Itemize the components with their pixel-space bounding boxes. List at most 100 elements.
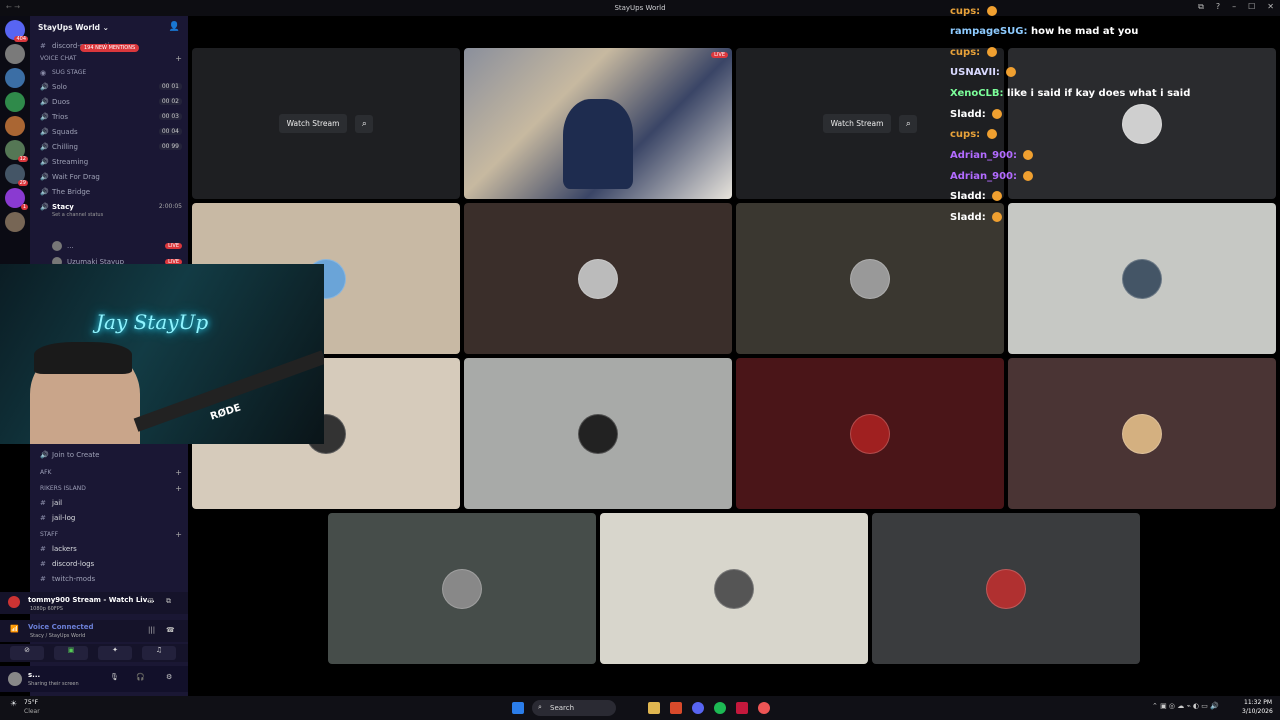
- zoom-icon[interactable]: ⌕: [899, 114, 918, 133]
- channel-twitch-mods[interactable]: # twitch-mods: [30, 571, 188, 586]
- channel-label: Stacy: [52, 202, 74, 211]
- participant-tile[interactable]: [600, 513, 868, 664]
- participant-tile[interactable]: [328, 513, 596, 664]
- spotify-icon[interactable]: [714, 702, 726, 714]
- stream-panel[interactable]: tommy900 Stream - Watch Liv... 1080p 60F…: [0, 592, 188, 614]
- voice-channel[interactable]: 🔊 Wait For Drag: [30, 169, 188, 184]
- chat-message: XenoCLB: like i said if kay does what i …: [950, 88, 1190, 99]
- channel-discord-logs[interactable]: # discord-logs: [30, 556, 188, 571]
- category-afk[interactable]: AFK +: [30, 465, 188, 480]
- server-icon[interactable]: [5, 44, 25, 64]
- server-icon[interactable]: [5, 68, 25, 88]
- noise-suppression-icon[interactable]: |||: [148, 626, 155, 634]
- voice-channel[interactable]: 🔊 The Bridge: [30, 184, 188, 199]
- chat-message: cups:: [950, 47, 997, 58]
- mic-brand: RØDE: [209, 402, 243, 423]
- search-box[interactable]: ⌕ Search: [532, 700, 616, 716]
- voice-channel[interactable]: 🔊 Chilling 00 99: [30, 139, 188, 154]
- help-icon[interactable]: ?: [1216, 2, 1220, 12]
- voice-channel[interactable]: 🔊 Duos 00 02: [30, 94, 188, 109]
- participant-tile[interactable]: [1008, 48, 1276, 199]
- brave-icon[interactable]: [670, 702, 682, 714]
- streamer-avatar: [8, 596, 20, 608]
- channel-label: Trios: [52, 112, 68, 121]
- stage-label: SUG STAGE: [52, 69, 87, 76]
- tray-icons[interactable]: ⌃ ▣ ◎ ☁ ⌁ ◐ ▭ 🔊: [1152, 702, 1219, 710]
- participant-tile[interactable]: [1008, 203, 1276, 354]
- category-rikers[interactable]: Rikers Island +: [30, 481, 188, 496]
- voice-channel[interactable]: 🔊 Trios 00 03: [30, 109, 188, 124]
- live-stream-tile[interactable]: LIVE: [464, 48, 732, 199]
- file-explorer-icon[interactable]: [648, 702, 660, 714]
- watch-stream-button[interactable]: Watch Stream: [822, 114, 892, 133]
- channel-status-hint[interactable]: Set a channel status: [52, 212, 103, 218]
- participant-tile[interactable]: [872, 513, 1140, 664]
- weather-icon[interactable]: ☀: [10, 699, 17, 708]
- speaker-icon: 🔊: [40, 187, 49, 196]
- user-limit: 00 03: [158, 113, 182, 120]
- voice-channel[interactable]: 🔊 Streaming: [30, 154, 188, 169]
- watch-stream-button[interactable]: Watch Stream: [278, 114, 348, 133]
- join-to-create[interactable]: 🔊 Join to Create: [30, 447, 188, 462]
- server-icon[interactable]: 404: [5, 20, 28, 42]
- obs-icon[interactable]: [758, 702, 770, 714]
- maximize-button[interactable]: ☐: [1248, 2, 1255, 12]
- close-button[interactable]: ✕: [1267, 2, 1274, 12]
- add-channel-icon[interactable]: +: [175, 468, 182, 477]
- category-voice-chat[interactable]: VOICE CHAT +: [30, 51, 188, 66]
- clock-date[interactable]: 3/10/2026: [1242, 708, 1273, 715]
- clock-time[interactable]: 11:32 PM: [1244, 699, 1272, 706]
- watch-controls: Watch Stream ⌕: [278, 114, 374, 133]
- participant-tile[interactable]: [464, 203, 732, 354]
- avatar[interactable]: [8, 672, 22, 686]
- participant-tile[interactable]: [464, 358, 732, 509]
- popout-icon[interactable]: ⧉: [166, 597, 171, 606]
- channel-lackers[interactable]: # lackers: [30, 541, 188, 556]
- server-icon[interactable]: 29: [5, 164, 28, 186]
- add-member-icon[interactable]: 👤: [169, 22, 180, 32]
- activities-icon[interactable]: ✦: [98, 646, 132, 660]
- voice-member[interactable]: ... LIVE: [30, 238, 188, 253]
- camera-off-icon[interactable]: ⊘: [10, 646, 44, 660]
- add-channel-icon[interactable]: +: [175, 484, 182, 493]
- adobe-icon[interactable]: [736, 702, 748, 714]
- guild-header[interactable]: StayUps World ⌄ 👤: [30, 16, 188, 38]
- add-channel-icon[interactable]: +: [175, 530, 182, 539]
- zoom-icon[interactable]: ⌕: [355, 114, 374, 133]
- signal-icon[interactable]: 📶: [10, 625, 19, 633]
- server-icon[interactable]: [5, 116, 25, 136]
- stage-channel[interactable]: ◉ SUG STAGE: [30, 65, 188, 80]
- soundboard-icon[interactable]: ♫: [142, 646, 176, 660]
- category-staff[interactable]: Staff +: [30, 527, 188, 542]
- nav-arrows-icon[interactable]: ← →: [6, 3, 20, 11]
- server-icon[interactable]: [5, 92, 25, 112]
- speaker-icon: 🔊: [40, 112, 49, 121]
- voice-channel[interactable]: 🔊 Solo 00 01: [30, 79, 188, 94]
- screen-share-icon[interactable]: ▣: [54, 646, 88, 660]
- disconnect-icon[interactable]: ☎: [166, 626, 175, 634]
- popout-icon[interactable]: ⧉: [1198, 2, 1204, 12]
- channel-label: lackers: [52, 544, 77, 553]
- microphone-icon[interactable]: 🎙: [110, 673, 119, 681]
- add-channel-icon[interactable]: +: [175, 54, 182, 63]
- start-icon[interactable]: [512, 702, 524, 714]
- gear-icon[interactable]: ⚙: [166, 673, 172, 681]
- headphones-icon[interactable]: 🎧: [136, 673, 145, 681]
- minimize-button[interactable]: –: [1232, 2, 1236, 12]
- server-icon[interactable]: 1: [5, 188, 28, 210]
- category-label: Rikers Island: [40, 485, 86, 492]
- channel-jail[interactable]: # jail: [30, 495, 188, 510]
- server-icon[interactable]: [5, 212, 25, 232]
- stream-settings-icon[interactable]: ⊞: [148, 597, 154, 605]
- stream-tile[interactable]: Watch Stream ⌕: [192, 48, 460, 199]
- voice-status[interactable]: Voice Connected: [28, 623, 94, 631]
- webcam-overlay: RØDE: [0, 264, 324, 444]
- server-icon[interactable]: 12: [5, 140, 28, 162]
- channel-jail-log[interactable]: # jail-log: [30, 510, 188, 525]
- participant-tile[interactable]: [736, 358, 1004, 509]
- chat-username: Sladd:: [950, 109, 986, 120]
- discord-icon[interactable]: [692, 702, 704, 714]
- participant-tile[interactable]: [1008, 358, 1276, 509]
- voice-channel[interactable]: 🔊 Squads 00 04: [30, 124, 188, 139]
- participant-tile[interactable]: [736, 203, 1004, 354]
